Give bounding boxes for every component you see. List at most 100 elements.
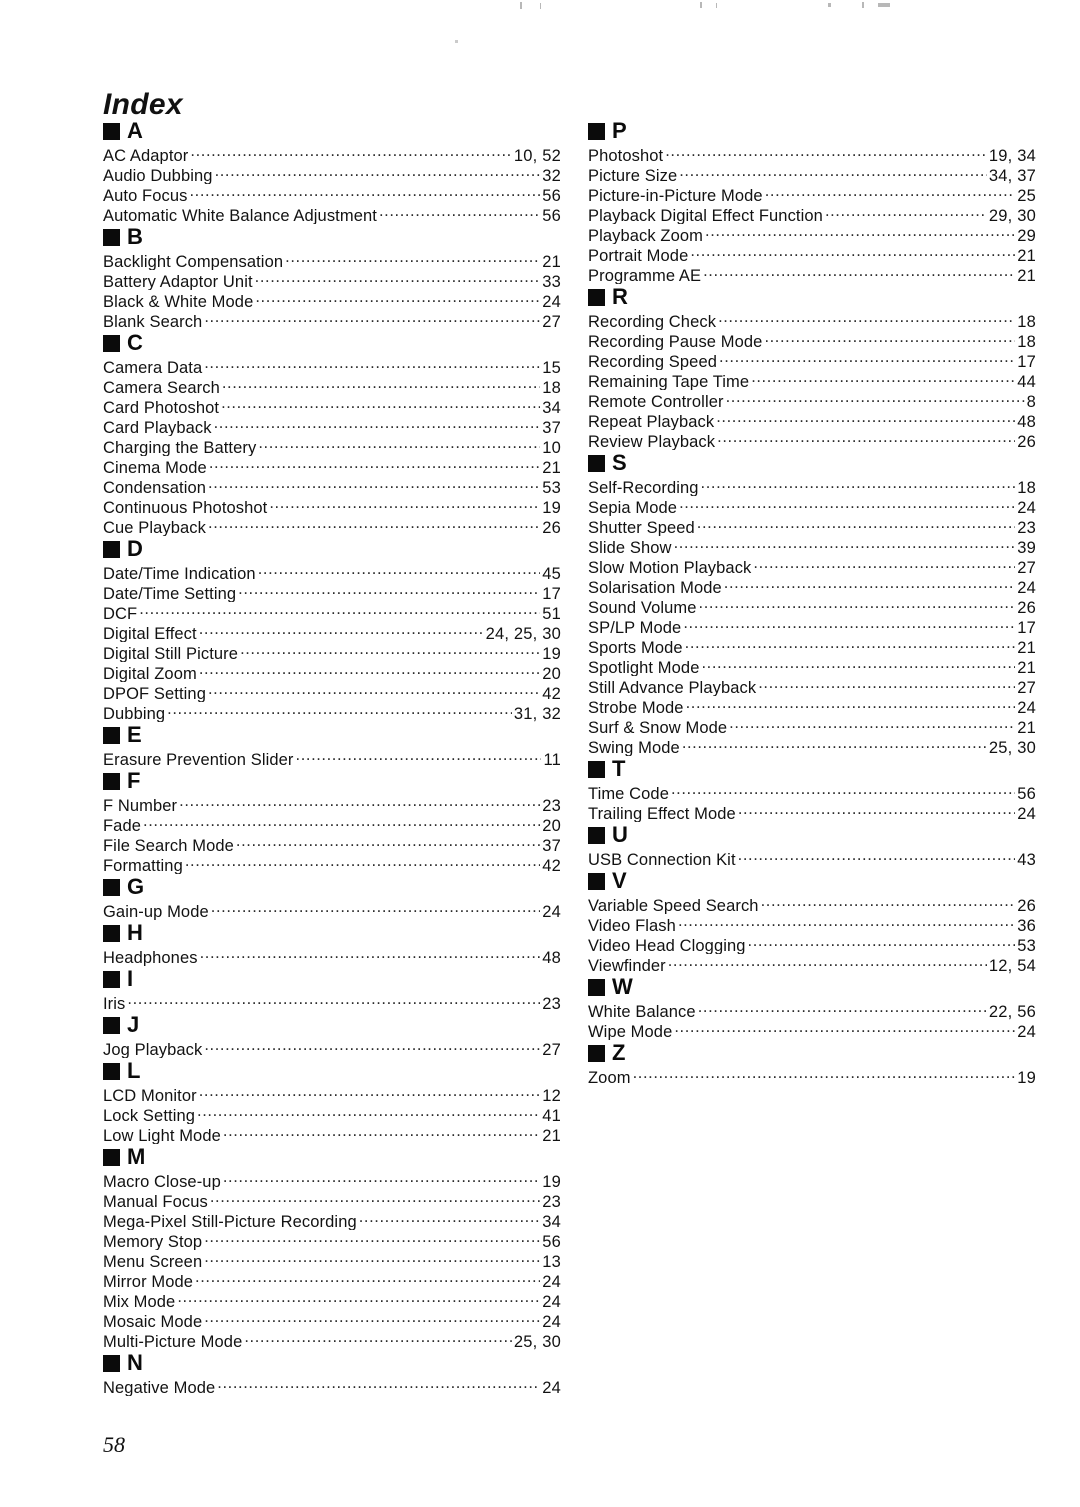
index-entry[interactable]: Digital Still Picture 19: [103, 642, 561, 662]
index-entry[interactable]: Date/Time Indication 45: [103, 562, 561, 582]
index-entry[interactable]: DPOF Setting 42: [103, 682, 561, 702]
index-entry[interactable]: Recording Pause Mode 18: [588, 330, 1036, 350]
index-entry[interactable]: Remaining Tape Time 44: [588, 370, 1036, 390]
index-entry[interactable]: Erasure Prevention Slider 11: [103, 748, 561, 768]
index-entry[interactable]: Charging the Battery 10: [103, 436, 561, 456]
index-entry[interactable]: Memory Stop 56: [103, 1230, 561, 1250]
index-entry[interactable]: Slide Show 39: [588, 536, 1036, 556]
index-entry[interactable]: Card Photoshot 34: [103, 396, 561, 416]
dot-leader: [679, 164, 987, 181]
black-square-icon: [103, 726, 120, 744]
index-entry[interactable]: Auto Focus 56: [103, 184, 561, 204]
index-entry[interactable]: Remote Controller 8: [588, 390, 1036, 410]
index-entry[interactable]: Audio Dubbing 32: [103, 164, 561, 184]
index-entry-term: Date/Time Indication: [103, 564, 256, 583]
index-entry[interactable]: SP/LP Mode 17: [588, 616, 1036, 636]
index-entry[interactable]: Camera Data 15: [103, 356, 561, 376]
index-entry[interactable]: Programme AE 21: [588, 264, 1036, 284]
index-entry-pages: 29, 30: [988, 206, 1036, 225]
index-entry[interactable]: File Search Mode 37: [103, 834, 561, 854]
index-entry[interactable]: Condensation 53: [103, 476, 561, 496]
index-entry[interactable]: DCF 51: [103, 602, 561, 622]
index-entry[interactable]: Blank Search 27: [103, 310, 561, 330]
index-entry[interactable]: Jog Playback 27: [103, 1038, 561, 1058]
index-entry[interactable]: Mirror Mode 24: [103, 1270, 561, 1290]
index-entry[interactable]: Sepia Mode 24: [588, 496, 1036, 516]
black-square-icon: [588, 122, 605, 140]
index-entry[interactable]: Multi-Picture Mode 25, 30: [103, 1330, 561, 1350]
index-entry[interactable]: Battery Adaptor Unit 33: [103, 270, 561, 290]
index-entry[interactable]: Viewfinder 12, 54: [588, 954, 1036, 974]
index-entry[interactable]: Cinema Mode 21: [103, 456, 561, 476]
index-section-letter: R: [612, 284, 628, 309]
index-entry[interactable]: Strobe Mode 24: [588, 696, 1036, 716]
index-entry[interactable]: Mega-Pixel Still-Picture Recording 34: [103, 1210, 561, 1230]
index-section-heading-p: P: [588, 118, 1036, 144]
index-entry[interactable]: Macro Close-up 19: [103, 1170, 561, 1190]
black-square-icon: [103, 970, 120, 988]
index-entry[interactable]: Manual Focus 23: [103, 1190, 561, 1210]
index-entry[interactable]: AC Adaptor 10, 52: [103, 144, 561, 164]
index-entry-term: Digital Still Picture: [103, 644, 239, 663]
index-entry[interactable]: Wipe Mode 24: [588, 1020, 1036, 1040]
index-entry[interactable]: Sound Volume 26: [588, 596, 1036, 616]
index-entry[interactable]: Dubbing 31, 32: [103, 702, 561, 722]
index-entry[interactable]: Mix Mode 24: [103, 1290, 561, 1310]
index-entry[interactable]: Variable Speed Search 26: [588, 894, 1036, 914]
dot-leader: [177, 1290, 540, 1307]
index-entry[interactable]: Shutter Speed 23: [588, 516, 1036, 536]
index-entry[interactable]: Menu Screen 13: [103, 1250, 561, 1270]
index-entry[interactable]: White Balance 22, 56: [588, 1000, 1036, 1020]
index-section-letter: N: [127, 1350, 143, 1375]
index-entry[interactable]: Digital Effect 24, 25, 30: [103, 622, 561, 642]
index-entry[interactable]: Swing Mode 25, 30: [588, 736, 1036, 756]
index-entry[interactable]: Playback Digital Effect Function 29, 30: [588, 204, 1036, 224]
index-entry[interactable]: Photoshot 19, 34: [588, 144, 1036, 164]
index-entry[interactable]: Time Code 56: [588, 782, 1036, 802]
index-entry[interactable]: Playback Zoom 29: [588, 224, 1036, 244]
index-entry[interactable]: Video Head Clogging 53: [588, 934, 1036, 954]
index-entry[interactable]: Solarisation Mode 24: [588, 576, 1036, 596]
index-entry[interactable]: Mosaic Mode 24: [103, 1310, 561, 1330]
index-entry[interactable]: Recording Speed 17: [588, 350, 1036, 370]
index-entry[interactable]: Self-Recording 18: [588, 476, 1036, 496]
index-entry[interactable]: Headphones 48: [103, 946, 561, 966]
index-entry[interactable]: Surf & Snow Mode 21: [588, 716, 1036, 736]
index-entry[interactable]: Date/Time Setting 17: [103, 582, 561, 602]
index-entry[interactable]: Automatic White Balance Adjustment 56: [103, 204, 561, 224]
index-entry[interactable]: Gain-up Mode 24: [103, 900, 561, 920]
index-entry[interactable]: Formatting 42: [103, 854, 561, 874]
index-entry[interactable]: Picture Size 34, 37: [588, 164, 1036, 184]
index-entry[interactable]: Picture-in-Picture Mode 25: [588, 184, 1036, 204]
index-entry[interactable]: LCD Monitor 12: [103, 1084, 561, 1104]
index-entry[interactable]: Review Playback 26: [588, 430, 1036, 450]
index-entry[interactable]: Lock Setting 41: [103, 1104, 561, 1124]
index-entry[interactable]: Recording Check 18: [588, 310, 1036, 330]
index-entry[interactable]: Digital Zoom 20: [103, 662, 561, 682]
index-entry[interactable]: Repeat Playback 48: [588, 410, 1036, 430]
index-entry[interactable]: Backlight Compensation 21: [103, 250, 561, 270]
dot-leader: [127, 992, 540, 1009]
index-entry[interactable]: Negative Mode 24: [103, 1376, 561, 1396]
index-section-letter: W: [612, 974, 633, 999]
index-entry-term: Gain-up Mode: [103, 902, 209, 921]
dot-leader: [761, 894, 1016, 911]
index-entry[interactable]: Portrait Mode 21: [588, 244, 1036, 264]
index-entry[interactable]: Sports Mode 21: [588, 636, 1036, 656]
index-entry[interactable]: Trailing Effect Mode 24: [588, 802, 1036, 822]
index-entry[interactable]: Iris 23: [103, 992, 561, 1012]
index-entry[interactable]: F Number 23: [103, 794, 561, 814]
index-entry[interactable]: Black & White Mode 24: [103, 290, 561, 310]
index-entry[interactable]: Fade 20: [103, 814, 561, 834]
index-entry[interactable]: Spotlight Mode 21: [588, 656, 1036, 676]
index-entry[interactable]: Continuous Photoshot 19: [103, 496, 561, 516]
index-entry[interactable]: Zoom 19: [588, 1066, 1036, 1086]
index-entry[interactable]: Card Playback 37: [103, 416, 561, 436]
index-entry[interactable]: Low Light Mode 21: [103, 1124, 561, 1144]
index-entry[interactable]: USB Connection Kit 43: [588, 848, 1036, 868]
index-entry[interactable]: Cue Playback 26: [103, 516, 561, 536]
index-entry[interactable]: Camera Search 18: [103, 376, 561, 396]
index-entry[interactable]: Slow Motion Playback 27: [588, 556, 1036, 576]
index-entry[interactable]: Still Advance Playback 27: [588, 676, 1036, 696]
index-entry[interactable]: Video Flash 36: [588, 914, 1036, 934]
